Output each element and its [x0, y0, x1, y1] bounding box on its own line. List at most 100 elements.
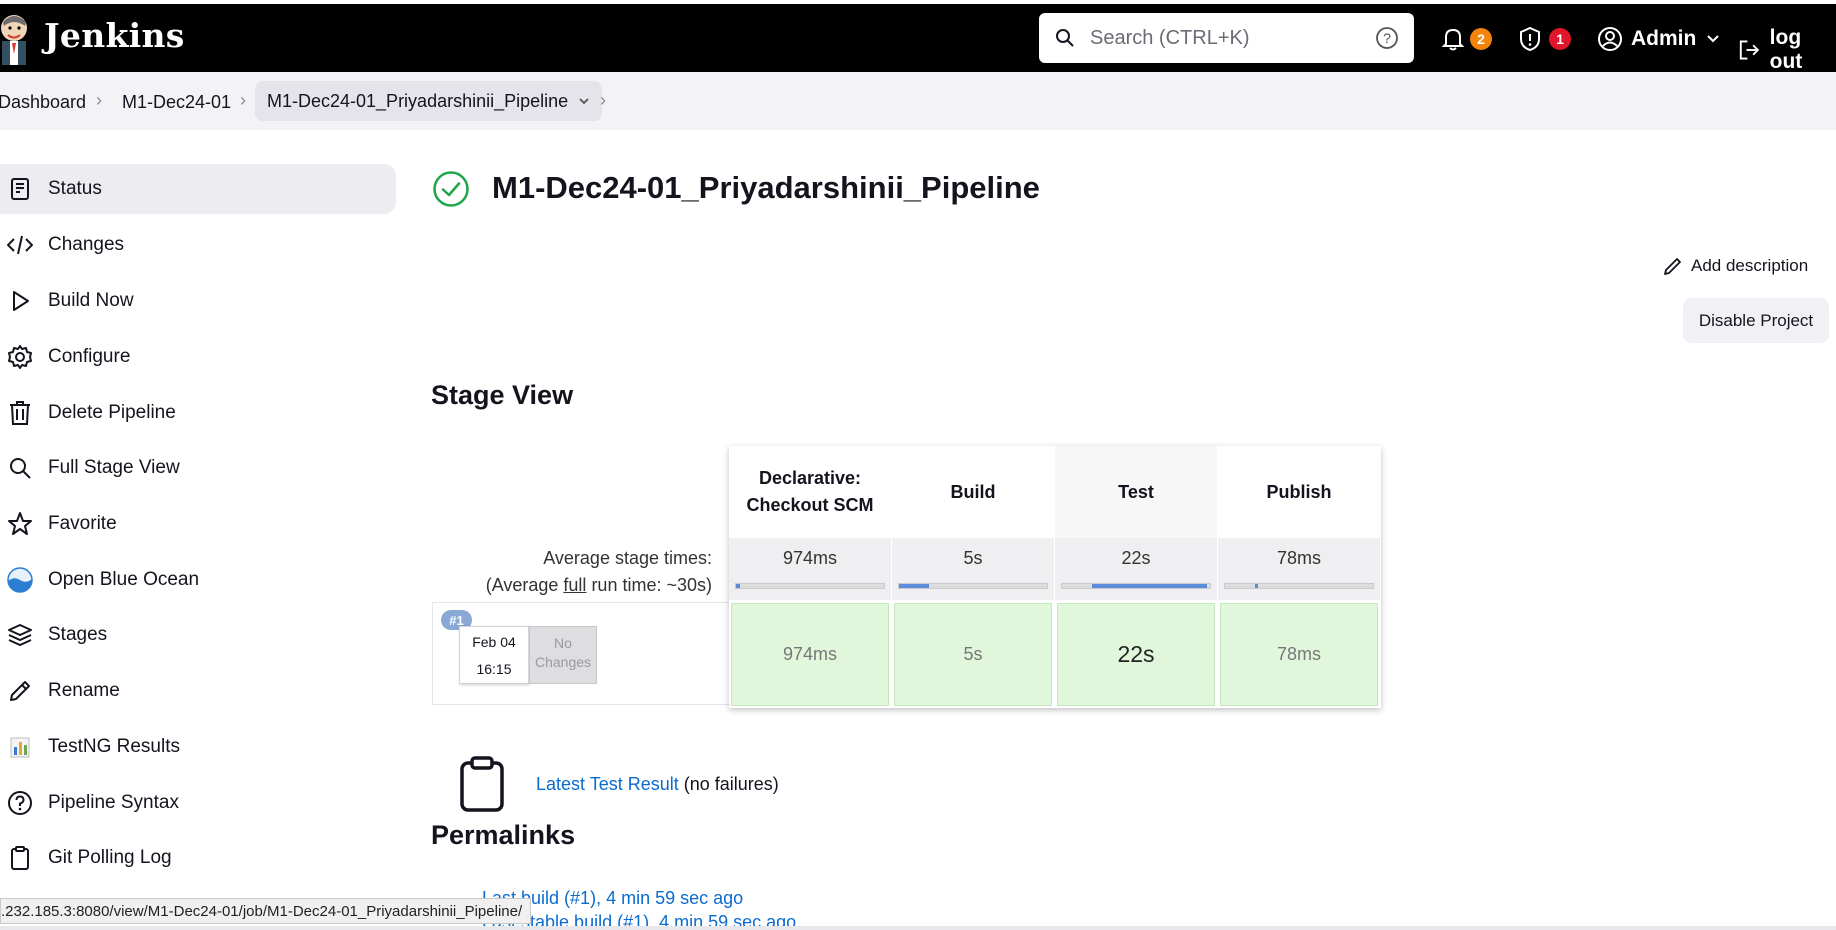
sidebar-item-git-polling-log[interactable]: Git Polling Log — [0, 833, 396, 883]
sidebar-item-status[interactable]: Status — [0, 164, 396, 214]
stage-header-checkout-scm: Declarative: Checkout SCM — [746, 468, 874, 515]
security-badge: 1 — [1549, 28, 1571, 50]
breadcrumb-separator: › — [96, 90, 102, 110]
build-date-time: 16:15 — [476, 661, 512, 677]
build-date-day: Feb 04 — [472, 634, 516, 650]
clipboard-icon — [6, 844, 34, 872]
stage-avg-bar — [1224, 583, 1374, 589]
breadcrumb-separator: › — [600, 90, 606, 110]
breadcrumb-folder[interactable]: M1-Dec24-01 — [122, 92, 231, 113]
jenkins-brand[interactable]: Jenkins — [44, 16, 185, 55]
pencil-icon — [1664, 258, 1681, 275]
sidebar-item-stages[interactable]: Stages — [0, 610, 396, 660]
top-header: Jenkins Search (CTRL+K) ? 2 1 Admin log … — [0, 4, 1836, 74]
notifications-badge: 2 — [1470, 28, 1492, 50]
sidebar-item-full-stage-view[interactable]: Full Stage View — [0, 443, 396, 493]
sidebar-item-label: Rename — [48, 680, 120, 701]
stage-avg-test: 22s — [1055, 538, 1217, 600]
sidebar-item-label: Delete Pipeline — [48, 402, 176, 423]
search-icon — [1056, 29, 1074, 47]
gear-icon — [6, 343, 34, 371]
stage-cell-publish[interactable]: 78ms — [1220, 603, 1378, 706]
latest-test-result: Latest Test Result (no failures) — [536, 774, 779, 794]
sidebar-item-label: Full Stage View — [48, 457, 180, 478]
help-icon — [6, 789, 34, 817]
bell-icon — [1441, 28, 1465, 51]
code-icon — [6, 231, 34, 259]
stage-cell-test[interactable]: 22s — [1057, 603, 1215, 706]
logout-icon — [1739, 40, 1760, 60]
shield-icon — [1520, 26, 1540, 52]
sidebar-item-label: Git Polling Log — [48, 847, 172, 868]
sidebar-item-configure[interactable]: Configure — [0, 332, 396, 382]
help-icon[interactable]: ? — [1375, 26, 1399, 50]
build-date[interactable]: Feb 04 16:15 — [459, 626, 529, 684]
search-input[interactable]: Search (CTRL+K) — [1090, 27, 1250, 50]
user-name: Admin — [1631, 27, 1697, 50]
clipboard-icon — [460, 756, 504, 812]
sidebar-item-testng-results[interactable]: TestNG Results — [0, 722, 396, 772]
stage-avg-publish: 78ms — [1218, 538, 1380, 600]
sidebar-item-label: Build Now — [48, 290, 134, 311]
sidebar-item-label: Pipeline Syntax — [48, 792, 179, 813]
breadcrumb-current-job[interactable]: M1-Dec24-01_Priyadarshinii_Pipeline — [255, 81, 603, 121]
stage-view-title: Stage View — [431, 380, 574, 410]
stage-avg-bar — [1061, 583, 1211, 589]
browser-status-bar: .232.185.3:8080/view/M1-Dec24-01/job/M1-… — [0, 898, 532, 924]
breadcrumb-separator: › — [240, 90, 246, 110]
add-description-label: Add description — [1691, 256, 1809, 275]
breadcrumb-job-label: M1-Dec24-01_Priyadarshinii_Pipeline — [267, 90, 569, 111]
disable-project-button[interactable]: Disable Project — [1683, 298, 1829, 343]
search-box[interactable]: Search (CTRL+K) ? — [1039, 13, 1414, 63]
stage-avg-build: 5s — [892, 538, 1054, 600]
sidebar-item-changes[interactable]: Changes — [0, 220, 396, 270]
breadcrumb-dashboard[interactable]: Dashboard — [0, 92, 86, 113]
stage-cell-build[interactable]: 5s — [894, 603, 1052, 706]
sidebar-item-build-now[interactable]: Build Now — [0, 276, 396, 326]
pencil-icon — [6, 677, 34, 705]
sidebar-item-label: Stages — [48, 624, 108, 645]
average-stage-times-text: Average stage times: — [543, 548, 712, 568]
logout-button[interactable]: log out — [1737, 26, 1836, 74]
user-icon — [1598, 27, 1622, 51]
sidebar-item-label: Favorite — [48, 513, 117, 534]
user-menu[interactable]: Admin — [1597, 26, 1720, 52]
stage-view-table: Declarative: Checkout SCM Build Test Publ… — [729, 446, 1381, 708]
latest-test-result-link[interactable]: Latest Test Result — [536, 774, 679, 794]
svg-text:?: ? — [1383, 30, 1391, 46]
stage-header-build: Build — [950, 481, 996, 502]
sidebar-item-favorite[interactable]: Favorite — [0, 499, 396, 549]
sidebar-item-label: Open Blue Ocean — [48, 569, 200, 590]
trash-icon — [6, 399, 34, 427]
stage-cell-checkout-scm[interactable]: 974ms — [731, 603, 889, 706]
sidebar-item-label: Configure — [48, 346, 131, 367]
breadcrumb: Dashboard › M1-Dec24-01 › M1-Dec24-01_Pr… — [0, 72, 1836, 130]
security-button[interactable]: 1 — [1517, 26, 1571, 52]
success-check-icon — [433, 171, 469, 207]
bottom-divider — [0, 926, 1836, 930]
notifications-button[interactable]: 2 — [1440, 26, 1492, 52]
blue-ocean-icon — [6, 566, 34, 594]
chevron-down-icon[interactable] — [578, 95, 590, 107]
star-icon — [6, 510, 34, 538]
play-icon — [6, 287, 34, 315]
chevron-down-icon — [1707, 35, 1720, 43]
stage-avg-bar — [735, 583, 885, 589]
average-stage-times-label: Average stage times: (Average full run t… — [432, 545, 712, 599]
logout-label: log out — [1769, 26, 1803, 73]
sidebar-item-label: TestNG Results — [48, 736, 180, 757]
permalinks-title: Permalinks — [431, 820, 576, 850]
average-run-time-text: (Average full run time: ~30s) — [485, 575, 712, 595]
chart-icon — [6, 733, 34, 761]
sidebar-item-pipeline-syntax[interactable]: Pipeline Syntax — [0, 778, 396, 828]
sidebar-item-label: Status — [48, 178, 102, 199]
search-icon — [6, 454, 34, 482]
stage-avg-bar — [898, 583, 1048, 589]
full-run-link[interactable]: full — [563, 575, 586, 595]
sidebar-item-open-blue-ocean[interactable]: Open Blue Ocean — [0, 555, 396, 605]
stage-header-test: Test — [1055, 446, 1217, 538]
sidebar-item-rename[interactable]: Rename — [0, 666, 396, 716]
sidebar-item-delete-pipeline[interactable]: Delete Pipeline — [0, 388, 396, 438]
jenkins-logo-icon[interactable] — [0, 12, 32, 66]
add-description-button[interactable]: Add description — [1663, 256, 1808, 276]
